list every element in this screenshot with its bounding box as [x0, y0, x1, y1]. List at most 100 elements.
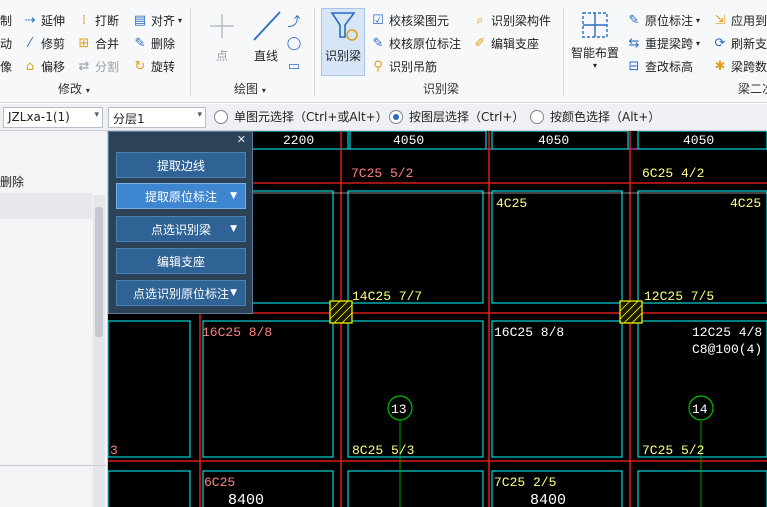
- dim-text: 4050: [393, 133, 424, 148]
- extract-in-situ-annotation-button[interactable]: 提取原位标注 ▼: [116, 183, 246, 209]
- identify-beam-tool-panel: ✕ 提取边线 提取原位标注 ▼ 点选识别梁 ▼ 编辑支座 点选识别原位标注 ▼: [108, 131, 253, 314]
- element-combo[interactable]: JZLxa-1(1) ▾: [3, 107, 103, 128]
- slab-panel: [108, 320, 191, 458]
- edit-support-icon: ✐: [474, 35, 486, 51]
- rebar-label: 14C25 7/7: [352, 289, 422, 304]
- check-in-situ-annotation-button[interactable]: ✎ 校核原位标注: [370, 33, 461, 53]
- identify-beam-button[interactable]: 识别梁: [321, 8, 365, 76]
- delete-button[interactable]: ✎ 删除: [132, 33, 175, 53]
- extend-button[interactable]: ⇢ 延伸: [22, 10, 65, 30]
- check-beam-element-button[interactable]: ☑ 校核梁图元: [370, 10, 449, 30]
- rebar-label: 7C25 5/2: [642, 443, 704, 458]
- scrollbar[interactable]: [93, 195, 105, 507]
- merge-button[interactable]: ⊞ 合并: [76, 33, 119, 53]
- smart-layout-button[interactable]: 智能布置 ▾: [568, 8, 622, 76]
- re-extract-span-button[interactable]: ⇆ 重提梁跨 ▾: [626, 33, 700, 53]
- dropdown-arrow-icon[interactable]: ▼: [230, 224, 237, 234]
- rectangle-button[interactable]: ▭: [286, 56, 302, 76]
- point-button[interactable]: 点: [200, 8, 244, 64]
- check-annotation-icon: ✎: [372, 35, 384, 51]
- scrollbar-thumb[interactable]: [95, 207, 103, 337]
- radio-by-color[interactable]: 按颜色选择（Alt+）: [530, 108, 660, 125]
- offset-icon: ⌂: [25, 58, 35, 74]
- rebar-label: 12C25 7/5: [644, 289, 714, 304]
- align-button[interactable]: ▤ 对齐 ▾: [132, 10, 182, 30]
- trim-button[interactable]: ⁄ 修剪: [22, 33, 65, 53]
- identify-hanger-button[interactable]: ⚲ 识别吊筋: [370, 56, 437, 76]
- align-icon: ▤: [133, 12, 147, 28]
- slab-panel: [347, 190, 484, 304]
- beam-span-data-icon: ✱: [714, 58, 726, 74]
- line-button[interactable]: 直线: [244, 8, 288, 64]
- layer-combo[interactable]: 分层1 ▾: [108, 107, 206, 128]
- selection-filter-bar: JZLxa-1(1) ▾ 分层1 ▾ 单图元选择（Ctrl+或Alt+） 按图层选择…: [0, 104, 767, 131]
- delete-row[interactable]: 删除: [0, 167, 92, 193]
- slab-panel: [347, 320, 484, 458]
- radio-by-layer[interactable]: 按图层选择（Ctrl+）: [389, 108, 524, 125]
- group-label-draw[interactable]: 绘图 ▾: [234, 80, 266, 97]
- rebar-label: 7C25 2/5: [494, 475, 556, 490]
- check-elevation-button[interactable]: ⊟ 查改标高: [626, 56, 693, 76]
- pick-identify-annotation-button[interactable]: 点选识别原位标注 ▼: [116, 280, 246, 306]
- rebar-label: 3: [110, 443, 118, 458]
- annotation-icon: ✎: [628, 12, 640, 28]
- ribbon-separator: [563, 8, 564, 96]
- pick-identify-beam-button[interactable]: 点选识别梁 ▼: [116, 216, 246, 242]
- edit-support-panel-button[interactable]: 编辑支座: [116, 248, 246, 274]
- group-label-modify[interactable]: 修改 ▾: [58, 80, 90, 97]
- rebar-label: 8C25 5/3: [352, 443, 414, 458]
- identify-component-icon: ⌕: [476, 12, 484, 28]
- extend-icon: ⇢: [24, 12, 36, 28]
- split-icon: ⇄: [78, 58, 90, 74]
- break-button[interactable]: ⁞ 打断: [76, 10, 119, 30]
- slab-panel: [491, 320, 623, 458]
- smart-layout-icon: [582, 12, 608, 38]
- edit-support-button[interactable]: ✐ 编辑支座: [472, 33, 539, 53]
- split-button[interactable]: ⇄ 分割: [76, 56, 119, 76]
- ribbon-toolbar: 制 动 像 ⇢ 延伸 ⁄ 修剪 ⌂ 偏移 ⁞ 打断 ⊞ 合并 ⇄ 分割 ▤ 对齐 ▾ ✎ 删除 ↻…: [0, 0, 767, 103]
- slab-panel: [202, 320, 334, 458]
- dropdown-arrow-icon[interactable]: ▼: [230, 191, 237, 201]
- slab-panel: [347, 470, 484, 507]
- arc-icon: ⤴: [287, 14, 301, 30]
- rebar-label: 4C25: [730, 196, 761, 211]
- circle-button[interactable]: ◯: [286, 33, 302, 53]
- delete-icon: ✎: [134, 35, 146, 51]
- rotate-button[interactable]: ↻ 旋转: [132, 56, 175, 76]
- slab-panel: [108, 470, 191, 507]
- column: [619, 300, 643, 324]
- apply-to-icon: ⇲: [714, 12, 726, 28]
- re-extract-span-icon: ⇆: [628, 35, 640, 51]
- rebar-label: 6C25 4/2: [642, 166, 704, 181]
- panel-row[interactable]: [0, 193, 92, 219]
- refresh-support-button[interactable]: ⟳ 刷新支: [712, 33, 767, 53]
- dim-text: 8400: [228, 492, 264, 507]
- arc-button[interactable]: ⤴: [286, 10, 302, 30]
- ribbon-item-modify-1[interactable]: 制: [0, 10, 12, 30]
- rebar-label: 16C25 8/8: [494, 325, 564, 340]
- slab-panel: [637, 470, 767, 507]
- identify-beam-component-button[interactable]: ⌕ 识别梁构件: [472, 10, 551, 30]
- close-icon[interactable]: ✕: [237, 133, 246, 146]
- ribbon-item-modify-2[interactable]: 动: [0, 33, 12, 53]
- rebar-label: 7C25 5/2: [351, 166, 413, 181]
- divider: [0, 465, 106, 466]
- rectangle-icon: ▭: [287, 58, 301, 74]
- point-icon: [210, 14, 234, 38]
- break-icon: ⁞: [81, 12, 87, 28]
- in-situ-annotation-button[interactable]: ✎ 原位标注 ▾: [626, 10, 700, 30]
- dim-text: 8400: [530, 492, 566, 507]
- radio-single-element[interactable]: 单图元选择（Ctrl+或Alt+）: [214, 108, 388, 125]
- circle-icon: ◯: [286, 35, 302, 51]
- apply-to-button[interactable]: ⇲ 应用到: [712, 10, 767, 30]
- axis-label: 14: [692, 402, 708, 417]
- dropdown-arrow-icon[interactable]: ▼: [230, 288, 237, 298]
- rebar-label: 16C25 8/8: [202, 325, 272, 340]
- beam-span-data-button[interactable]: ✱ 梁跨数: [712, 56, 767, 76]
- dim-text: 2200: [283, 133, 314, 148]
- ribbon-item-modify-3[interactable]: 像: [0, 56, 12, 76]
- extract-edge-button[interactable]: 提取边线: [116, 152, 246, 178]
- dim-text: 4050: [683, 133, 714, 148]
- offset-button[interactable]: ⌂ 偏移: [22, 56, 65, 76]
- refresh-support-icon: ⟳: [714, 35, 726, 51]
